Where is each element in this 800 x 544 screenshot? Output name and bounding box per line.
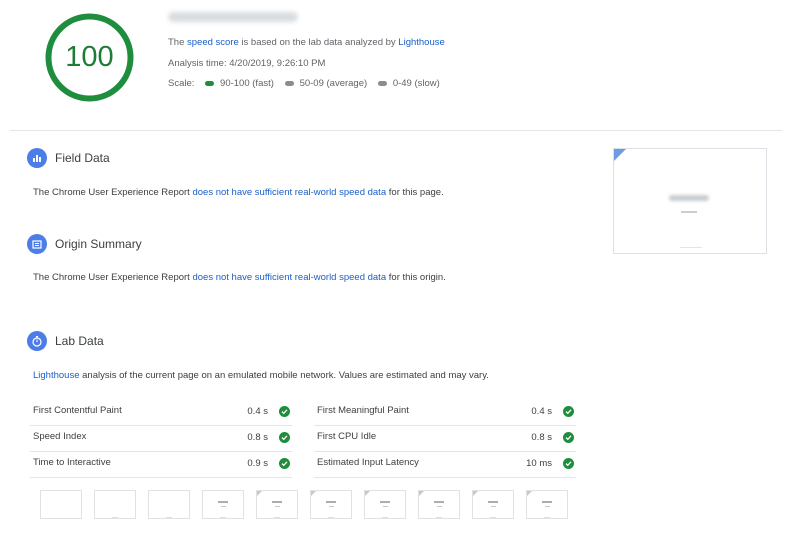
lab-metrics: First Contentful Paint 0.4 s Speed Index… [30, 400, 580, 478]
metric-value: 0.9 s [247, 458, 268, 469]
score-scale: Scale: 90-100 (fast) 50-09 (average) 0-4… [168, 78, 440, 89]
origin-summary-prefix: The Chrome User Experience Report [33, 272, 190, 283]
check-circle-icon [279, 458, 290, 469]
scale-item-slow: 0-49 (slow) [377, 78, 440, 89]
origin-summary-header: Origin Summary [27, 234, 142, 254]
filmstrip-frame [148, 490, 190, 519]
fast-indicator-icon [205, 81, 215, 86]
lab-data-intro-text: analysis of the current page on an emula… [82, 370, 489, 381]
metric-value: 0.8 s [247, 432, 268, 443]
score-value: 100 [65, 41, 114, 73]
metric-name: Estimated Input Latency [317, 457, 419, 468]
metric-name: First Contentful Paint [33, 405, 122, 416]
field-data-title: Field Data [55, 151, 110, 165]
metric-name: Time to Interactive [33, 457, 111, 468]
check-circle-icon [563, 432, 574, 443]
lab-data-intro: Lighthouse analysis of the current page … [33, 370, 489, 381]
origin-summary-text: The Chrome User Experience Report does n… [33, 272, 446, 283]
check-circle-icon [279, 432, 290, 443]
average-indicator-icon [284, 81, 294, 86]
metrics-right-column: First Meaningful Paint 0.4 s First CPU I… [314, 400, 576, 478]
metric-value: 10 ms [526, 458, 552, 469]
origin-summary-link[interactable]: does not have sufficient real-world spee… [192, 272, 386, 283]
metric-name: First CPU Idle [317, 431, 377, 442]
description-prefix: The [168, 37, 185, 48]
thumbnail-footer-line [680, 247, 702, 248]
filmstrip-frame [40, 490, 82, 519]
report-header: 100 The speed score is based on the lab … [0, 0, 800, 130]
header-divider [10, 130, 782, 131]
lighthouse-link[interactable]: Lighthouse [398, 37, 444, 48]
metric-row: Estimated Input Latency 10 ms [314, 452, 576, 478]
scale-slow-label: 0-49 (slow) [392, 78, 440, 89]
field-data-suffix: for this page. [388, 187, 444, 198]
check-circle-icon [279, 406, 290, 417]
loading-filmstrip [40, 490, 580, 520]
filmstrip-frame [418, 490, 460, 519]
scale-item-fast: 90-100 (fast) [205, 78, 274, 89]
check-circle-icon [563, 406, 574, 417]
filmstrip-frame [526, 490, 568, 519]
summary-icon [27, 234, 47, 254]
scale-item-average: 50-09 (average) [284, 78, 368, 89]
check-circle-icon [563, 458, 574, 469]
metric-name: First Meaningful Paint [317, 405, 409, 416]
metric-row: First Meaningful Paint 0.4 s [314, 400, 576, 426]
metric-row: First Contentful Paint 0.4 s [30, 400, 292, 426]
filmstrip-frame [94, 490, 136, 519]
lab-lighthouse-link[interactable]: Lighthouse [33, 370, 79, 381]
origin-summary-suffix: for this origin. [388, 272, 446, 283]
metric-row: Speed Index 0.8 s [30, 426, 292, 452]
scale-fast-label: 90-100 (fast) [220, 78, 274, 89]
metric-row: First CPU Idle 0.8 s [314, 426, 576, 452]
filmstrip-frame [256, 490, 298, 519]
filmstrip-frame [364, 490, 406, 519]
field-data-prefix: The Chrome User Experience Report [33, 187, 190, 198]
stopwatch-icon [27, 331, 47, 351]
lab-data-title: Lab Data [55, 334, 104, 348]
speed-score-link[interactable]: speed score [187, 37, 239, 48]
metric-row: Time to Interactive 0.9 s [30, 452, 292, 478]
field-data-header: Field Data [27, 148, 110, 168]
slow-indicator-icon [377, 81, 387, 86]
description-middle: is based on the lab data analyzed by [241, 37, 396, 48]
thumbnail-corner [614, 149, 626, 161]
filmstrip-frame [202, 490, 244, 519]
lab-data-header: Lab Data [27, 331, 104, 351]
origin-summary-title: Origin Summary [55, 237, 142, 251]
analysis-time: Analysis time: 4/20/2019, 9:26:10 PM [168, 58, 326, 69]
thumbnail-heading-redacted [669, 195, 709, 201]
scale-label: Scale: [168, 78, 195, 89]
metric-value: 0.4 s [531, 406, 552, 417]
metric-value: 0.8 s [531, 432, 552, 443]
metrics-left-column: First Contentful Paint 0.4 s Speed Index… [30, 400, 292, 478]
thumbnail-text-line [681, 211, 697, 213]
metric-name: Speed Index [33, 431, 87, 442]
filmstrip-frame [472, 490, 514, 519]
score-description: The speed score is based on the lab data… [168, 37, 445, 48]
field-data-text: The Chrome User Experience Report does n… [33, 187, 444, 198]
metric-value: 0.4 s [247, 406, 268, 417]
page-url-redacted [168, 12, 298, 22]
filmstrip-frame [310, 490, 352, 519]
bar-chart-icon [27, 148, 47, 168]
final-screenshot-thumbnail [613, 148, 767, 254]
field-data-link[interactable]: does not have sufficient real-world spee… [192, 187, 386, 198]
scale-average-label: 50-09 (average) [299, 78, 368, 89]
